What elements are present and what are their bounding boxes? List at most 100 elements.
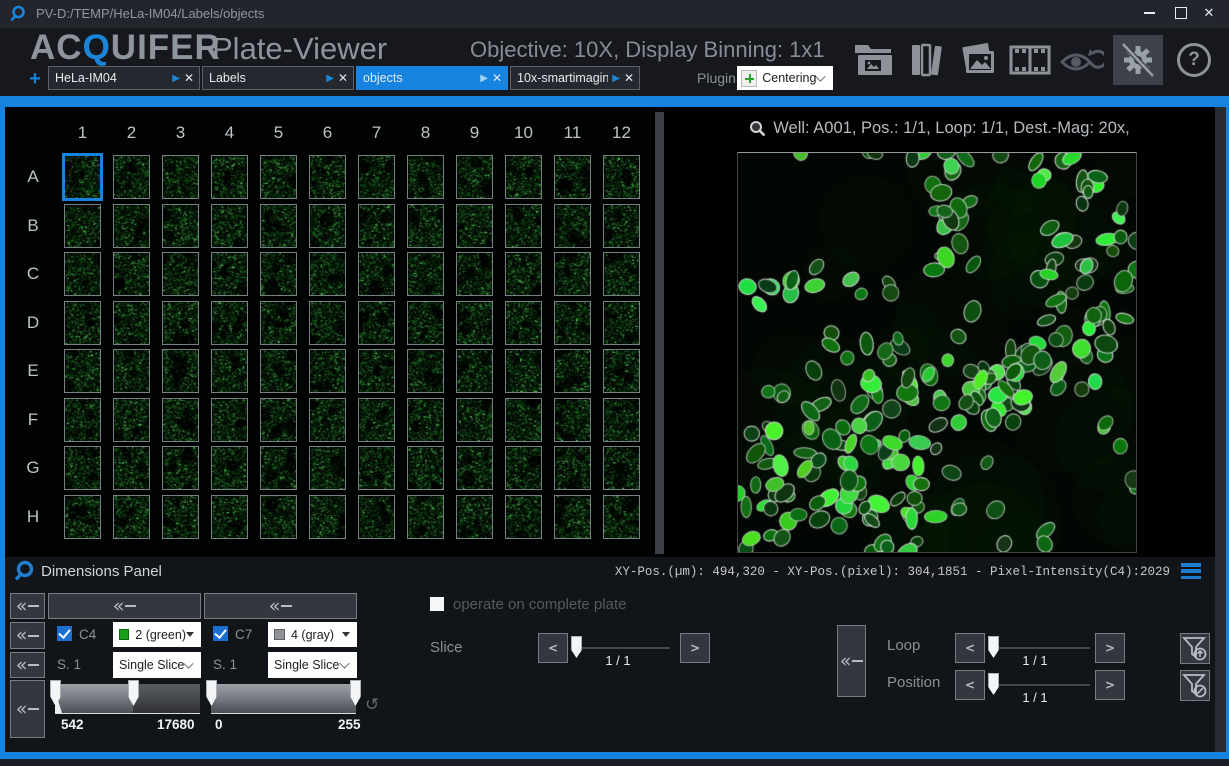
well-C10[interactable] <box>505 252 542 296</box>
well-B6[interactable] <box>309 204 346 248</box>
well-E10[interactable] <box>505 349 542 393</box>
well-A10[interactable] <box>505 155 542 199</box>
well-G4[interactable] <box>211 446 248 490</box>
well-G11[interactable] <box>554 446 591 490</box>
well-H12[interactable] <box>603 495 640 539</box>
collapse-row-button[interactable]: « <box>10 652 45 678</box>
well-D7[interactable] <box>358 301 395 345</box>
intensity-range-c7-slider[interactable] <box>211 684 356 713</box>
well-G6[interactable] <box>309 446 346 490</box>
slice-mode-c7-dropdown[interactable]: Single Slice <box>268 652 357 678</box>
well-H10[interactable] <box>505 495 542 539</box>
lut-c4-dropdown[interactable]: 2 (green) <box>113 622 201 647</box>
well-B10[interactable] <box>505 204 542 248</box>
well-D2[interactable] <box>113 301 150 345</box>
well-E8[interactable] <box>407 349 444 393</box>
loop-slider-track[interactable] <box>992 647 1090 649</box>
collapse-row-button[interactable]: « <box>10 622 45 649</box>
well-G8[interactable] <box>407 446 444 490</box>
well-E1[interactable] <box>64 349 101 393</box>
tab-hela-im04[interactable]: HeLa-IM04 ▶ ✕ <box>48 66 200 90</box>
well-B4[interactable] <box>211 204 248 248</box>
well-F5[interactable] <box>260 398 297 442</box>
tab-10x-smartimaging[interactable]: 10x-smartimaging ▶ ✕ <box>510 66 640 90</box>
well-F11[interactable] <box>554 398 591 442</box>
position-prev-button[interactable]: < <box>955 670 985 700</box>
slice-next-button[interactable]: > <box>680 633 710 663</box>
tab-expand-icon[interactable]: ▶ <box>326 73 334 84</box>
well-B12[interactable] <box>603 204 640 248</box>
well-D6[interactable] <box>309 301 346 345</box>
well-F1[interactable] <box>64 398 101 442</box>
open-folder-button[interactable] <box>853 39 895 81</box>
collapse-channel-c7-button[interactable]: « <box>204 593 357 619</box>
plugin-dropdown[interactable]: Centering <box>737 66 833 90</box>
well-B3[interactable] <box>162 204 199 248</box>
loop-slider-handle[interactable] <box>988 636 999 658</box>
well-A8[interactable] <box>407 155 444 199</box>
well-E12[interactable] <box>603 349 640 393</box>
well-H4[interactable] <box>211 495 248 539</box>
channel-c7-checkbox[interactable] <box>213 626 228 641</box>
well-G5[interactable] <box>260 446 297 490</box>
well-E3[interactable] <box>162 349 199 393</box>
loop-next-button[interactable]: > <box>1095 633 1125 663</box>
tab-objects[interactable]: objects ▶ ✕ <box>356 66 508 90</box>
library-button[interactable] <box>905 39 947 81</box>
well-F12[interactable] <box>603 398 640 442</box>
well-F8[interactable] <box>407 398 444 442</box>
well-E2[interactable] <box>113 349 150 393</box>
collapse-row-button[interactable]: « <box>10 680 45 738</box>
well-A6[interactable] <box>309 155 346 199</box>
well-G3[interactable] <box>162 446 199 490</box>
position-next-button[interactable]: > <box>1095 670 1125 700</box>
well-B11[interactable] <box>554 204 591 248</box>
filter-disable-button[interactable] <box>1180 670 1210 701</box>
collapse-channel-c4-button[interactable]: « <box>48 593 201 619</box>
well-E7[interactable] <box>358 349 395 393</box>
well-C2[interactable] <box>113 252 150 296</box>
well-H9[interactable] <box>456 495 493 539</box>
channel-c4-checkbox[interactable] <box>57 626 72 641</box>
collapse-loop-position-button[interactable]: « <box>837 625 866 697</box>
well-F4[interactable] <box>211 398 248 442</box>
well-A7[interactable] <box>358 155 395 199</box>
well-H5[interactable] <box>260 495 297 539</box>
filter-upload-button[interactable] <box>1180 633 1210 664</box>
slice-slider-track[interactable] <box>575 647 670 649</box>
reset-range-button[interactable]: ↺ <box>365 695 379 715</box>
well-B9[interactable] <box>456 204 493 248</box>
well-C12[interactable] <box>603 252 640 296</box>
well-A5[interactable] <box>260 155 297 199</box>
well-C9[interactable] <box>456 252 493 296</box>
tab-labels[interactable]: Labels ▶ ✕ <box>202 66 354 90</box>
well-G2[interactable] <box>113 446 150 490</box>
well-B8[interactable] <box>407 204 444 248</box>
well-D12[interactable] <box>603 301 640 345</box>
well-C7[interactable] <box>358 252 395 296</box>
well-A9[interactable] <box>456 155 493 199</box>
snapshot-button[interactable] <box>957 39 999 81</box>
collapse-row-button[interactable]: « <box>10 593 45 619</box>
well-G10[interactable] <box>505 446 542 490</box>
well-H7[interactable] <box>358 495 395 539</box>
position-slider-handle[interactable] <box>988 673 999 695</box>
well-E11[interactable] <box>554 349 591 393</box>
well-H1[interactable] <box>64 495 101 539</box>
well-B2[interactable] <box>113 204 150 248</box>
well-C4[interactable] <box>211 252 248 296</box>
well-F10[interactable] <box>505 398 542 442</box>
lut-c7-dropdown[interactable]: 4 (gray) <box>268 622 357 647</box>
well-D3[interactable] <box>162 301 199 345</box>
add-tab-button[interactable]: + <box>26 68 44 91</box>
slice-slider-handle[interactable] <box>571 636 582 658</box>
well-H6[interactable] <box>309 495 346 539</box>
well-A3[interactable] <box>162 155 199 199</box>
well-G9[interactable] <box>456 446 493 490</box>
well-E5[interactable] <box>260 349 297 393</box>
well-D9[interactable] <box>456 301 493 345</box>
tab-expand-icon[interactable]: ▶ <box>612 73 620 84</box>
well-D5[interactable] <box>260 301 297 345</box>
well-F7[interactable] <box>358 398 395 442</box>
well-E4[interactable] <box>211 349 248 393</box>
